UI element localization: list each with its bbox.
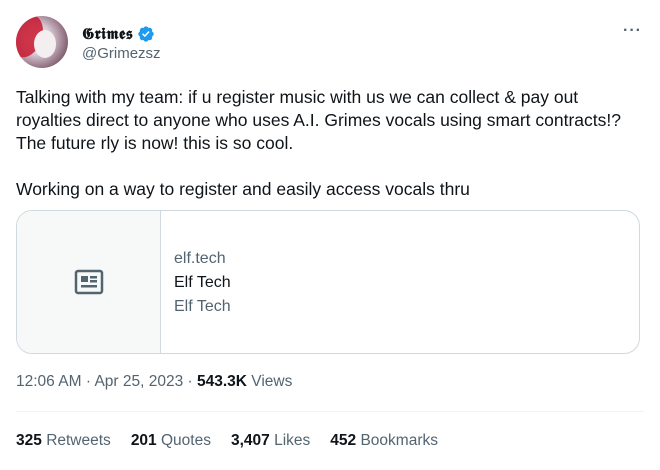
stat-count: 201 [130, 432, 157, 449]
card-title: Elf Tech [174, 274, 231, 291]
stat-likes[interactable]: 3,407 Likes [231, 432, 310, 450]
meta-separator: · [187, 373, 193, 390]
card-description: Elf Tech [174, 298, 231, 315]
more-icon[interactable]: ··· [623, 22, 642, 40]
stat-label: Retweets [46, 432, 111, 449]
card-media [17, 211, 161, 353]
display-name[interactable]: 𝕲𝖗𝖎𝖒𝖊𝖘 [82, 24, 133, 44]
engagement-stats: 325 Retweets 201 Quotes 3,407 Likes 452 … [16, 432, 438, 450]
stat-count: 325 [16, 432, 42, 449]
tweet-paragraph: Working on a way to register and easily … [16, 179, 470, 199]
views-count: 543.3K [197, 373, 247, 390]
tweet-text: Talking with my team: if u register musi… [16, 86, 646, 201]
tweet-paragraph: Talking with my team: if u register musi… [16, 87, 621, 153]
card-domain: elf.tech [174, 250, 226, 267]
card-body: elf.tech Elf Tech Elf Tech [161, 211, 231, 353]
tweet-meta: 12:06 AM · Apr 25, 2023 · 543.3K Views [16, 373, 292, 391]
stat-label: Bookmarks [360, 432, 438, 449]
tweet-time[interactable]: 12:06 AM [16, 373, 82, 390]
tweet-date[interactable]: Apr 25, 2023 [94, 373, 183, 390]
stat-quotes[interactable]: 201 Quotes [131, 432, 211, 450]
article-icon [74, 269, 103, 295]
stat-count: 3,407 [230, 432, 270, 449]
views-label: Views [251, 373, 293, 390]
verified-badge-icon [138, 26, 154, 42]
stat-count: 452 [330, 432, 357, 449]
tweet-header: 𝕲𝖗𝖎𝖒𝖊𝖘 @Grimezsz ··· [16, 12, 644, 68]
profile-avatar[interactable] [16, 16, 68, 68]
avatar-face [34, 30, 56, 58]
link-card[interactable]: elf.tech Elf Tech Elf Tech [16, 210, 640, 354]
stat-label: Likes [274, 432, 311, 449]
stat-retweets[interactable]: 325 Retweets [16, 432, 111, 450]
stat-label: Quotes [161, 432, 211, 449]
name-row: 𝕲𝖗𝖎𝖒𝖊𝖘 [82, 24, 155, 44]
meta-separator: · [85, 373, 91, 390]
divider [16, 411, 644, 412]
stat-bookmarks[interactable]: 452 Bookmarks [330, 432, 438, 450]
user-handle[interactable]: @Grimezsz [82, 45, 161, 62]
